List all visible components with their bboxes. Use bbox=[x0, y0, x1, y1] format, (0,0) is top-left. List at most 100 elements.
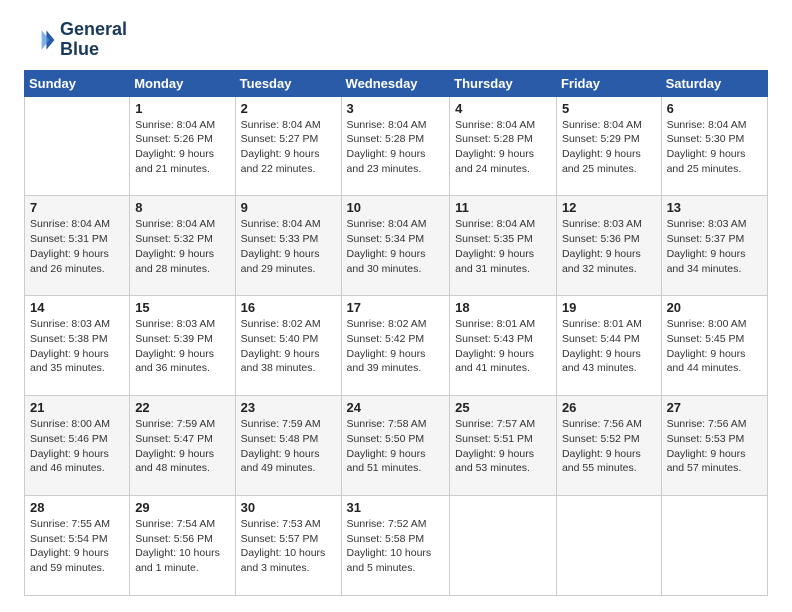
calendar-cell: 2 Sunrise: 8:04 AM Sunset: 5:27 PM Daylig… bbox=[235, 96, 341, 196]
calendar-cell: 12 Sunrise: 8:03 AM Sunset: 5:36 PM Dayli… bbox=[556, 196, 661, 296]
week-row: 28Sunrise: 7:55 AM Sunset: 5:54 PM Dayli… bbox=[25, 496, 768, 596]
day-info: Sunrise: 7:58 AM Sunset: 5:50 PM Dayligh… bbox=[347, 417, 445, 476]
day-number: 12 bbox=[562, 200, 656, 215]
calendar-cell: 31 Sunrise: 7:52 AM Sunset: 5:58 PM Dayli… bbox=[341, 496, 450, 596]
day-info: Sunrise: 7:59 AM Sunset: 5:48 PM Dayligh… bbox=[241, 417, 336, 476]
day-number: 4 bbox=[455, 101, 551, 116]
day-info: Sunrise: 7:54 AM Sunset: 5:56 PM Dayligh… bbox=[135, 517, 229, 576]
day-number: 25 bbox=[455, 400, 551, 415]
day-number: 17 bbox=[347, 300, 445, 315]
calendar-cell: 8 Sunrise: 8:04 AM Sunset: 5:32 PM Daylig… bbox=[130, 196, 235, 296]
col-monday: Monday bbox=[130, 70, 235, 96]
day-number: 24 bbox=[347, 400, 445, 415]
day-number: 8 bbox=[135, 200, 229, 215]
day-number: 27 bbox=[667, 400, 762, 415]
calendar-cell: 13Sunrise: 8:03 AM Sunset: 5:37 PM Dayli… bbox=[661, 196, 767, 296]
day-info: Sunrise: 8:02 AM Sunset: 5:40 PM Dayligh… bbox=[241, 317, 336, 376]
day-info: Sunrise: 7:53 AM Sunset: 5:57 PM Dayligh… bbox=[241, 517, 336, 576]
calendar-cell: 29 Sunrise: 7:54 AM Sunset: 5:56 PM Dayli… bbox=[130, 496, 235, 596]
calendar-cell: 9 Sunrise: 8:04 AM Sunset: 5:33 PM Daylig… bbox=[235, 196, 341, 296]
col-sunday: Sunday bbox=[25, 70, 130, 96]
day-info: Sunrise: 8:04 AM Sunset: 5:31 PM Dayligh… bbox=[30, 217, 124, 276]
day-info: Sunrise: 8:04 AM Sunset: 5:29 PM Dayligh… bbox=[562, 118, 656, 177]
day-number: 1 bbox=[135, 101, 229, 116]
logo-text: General Blue bbox=[60, 20, 127, 60]
day-number: 20 bbox=[667, 300, 762, 315]
day-info: Sunrise: 8:02 AM Sunset: 5:42 PM Dayligh… bbox=[347, 317, 445, 376]
logo: General Blue bbox=[24, 20, 127, 60]
col-thursday: Thursday bbox=[450, 70, 557, 96]
calendar-cell bbox=[25, 96, 130, 196]
day-info: Sunrise: 8:04 AM Sunset: 5:34 PM Dayligh… bbox=[347, 217, 445, 276]
week-row: 1 Sunrise: 8:04 AM Sunset: 5:26 PM Daylig… bbox=[25, 96, 768, 196]
day-number: 26 bbox=[562, 400, 656, 415]
day-info: Sunrise: 8:03 AM Sunset: 5:39 PM Dayligh… bbox=[135, 317, 229, 376]
day-number: 10 bbox=[347, 200, 445, 215]
calendar-cell: 23 Sunrise: 7:59 AM Sunset: 5:48 PM Dayli… bbox=[235, 396, 341, 496]
calendar-cell: 26 Sunrise: 7:56 AM Sunset: 5:52 PM Dayli… bbox=[556, 396, 661, 496]
day-info: Sunrise: 7:56 AM Sunset: 5:52 PM Dayligh… bbox=[562, 417, 656, 476]
calendar-cell: 27 Sunrise: 7:56 AM Sunset: 5:53 PM Dayli… bbox=[661, 396, 767, 496]
day-info: Sunrise: 8:04 AM Sunset: 5:32 PM Dayligh… bbox=[135, 217, 229, 276]
day-info: Sunrise: 8:04 AM Sunset: 5:28 PM Dayligh… bbox=[455, 118, 551, 177]
day-number: 13 bbox=[667, 200, 762, 215]
calendar-cell: 30 Sunrise: 7:53 AM Sunset: 5:57 PM Dayli… bbox=[235, 496, 341, 596]
calendar-cell: 28Sunrise: 7:55 AM Sunset: 5:54 PM Dayli… bbox=[25, 496, 130, 596]
day-number: 29 bbox=[135, 500, 229, 515]
col-saturday: Saturday bbox=[661, 70, 767, 96]
calendar-cell: 5Sunrise: 8:04 AM Sunset: 5:29 PM Daylig… bbox=[556, 96, 661, 196]
day-info: Sunrise: 8:00 AM Sunset: 5:46 PM Dayligh… bbox=[30, 417, 124, 476]
calendar-cell bbox=[556, 496, 661, 596]
day-number: 16 bbox=[241, 300, 336, 315]
day-number: 22 bbox=[135, 400, 229, 415]
day-number: 19 bbox=[562, 300, 656, 315]
day-info: Sunrise: 7:57 AM Sunset: 5:51 PM Dayligh… bbox=[455, 417, 551, 476]
calendar-cell: 4 Sunrise: 8:04 AM Sunset: 5:28 PM Daylig… bbox=[450, 96, 557, 196]
day-info: Sunrise: 8:04 AM Sunset: 5:27 PM Dayligh… bbox=[241, 118, 336, 177]
day-number: 28 bbox=[30, 500, 124, 515]
calendar-cell: 15Sunrise: 8:03 AM Sunset: 5:39 PM Dayli… bbox=[130, 296, 235, 396]
calendar-cell: 6Sunrise: 8:04 AM Sunset: 5:30 PM Daylig… bbox=[661, 96, 767, 196]
calendar-cell: 18Sunrise: 8:01 AM Sunset: 5:43 PM Dayli… bbox=[450, 296, 557, 396]
calendar-cell: 7 Sunrise: 8:04 AM Sunset: 5:31 PM Daylig… bbox=[25, 196, 130, 296]
day-number: 30 bbox=[241, 500, 336, 515]
day-number: 23 bbox=[241, 400, 336, 415]
day-info: Sunrise: 8:04 AM Sunset: 5:33 PM Dayligh… bbox=[241, 217, 336, 276]
calendar-cell: 10 Sunrise: 8:04 AM Sunset: 5:34 PM Dayli… bbox=[341, 196, 450, 296]
calendar-body: 1 Sunrise: 8:04 AM Sunset: 5:26 PM Daylig… bbox=[25, 96, 768, 595]
calendar-cell bbox=[450, 496, 557, 596]
day-info: Sunrise: 8:01 AM Sunset: 5:44 PM Dayligh… bbox=[562, 317, 656, 376]
day-info: Sunrise: 7:59 AM Sunset: 5:47 PM Dayligh… bbox=[135, 417, 229, 476]
day-number: 3 bbox=[347, 101, 445, 116]
day-number: 2 bbox=[241, 101, 336, 116]
day-number: 9 bbox=[241, 200, 336, 215]
calendar-cell bbox=[661, 496, 767, 596]
calendar-cell: 16 Sunrise: 8:02 AM Sunset: 5:40 PM Dayli… bbox=[235, 296, 341, 396]
day-number: 11 bbox=[455, 200, 551, 215]
header-row: Sunday Monday Tuesday Wednesday Thursday… bbox=[25, 70, 768, 96]
day-number: 31 bbox=[347, 500, 445, 515]
calendar-cell: 11Sunrise: 8:04 AM Sunset: 5:35 PM Dayli… bbox=[450, 196, 557, 296]
day-info: Sunrise: 8:04 AM Sunset: 5:26 PM Dayligh… bbox=[135, 118, 229, 177]
day-number: 7 bbox=[30, 200, 124, 215]
col-wednesday: Wednesday bbox=[341, 70, 450, 96]
calendar-cell: 25 Sunrise: 7:57 AM Sunset: 5:51 PM Dayli… bbox=[450, 396, 557, 496]
col-tuesday: Tuesday bbox=[235, 70, 341, 96]
calendar-cell: 14 Sunrise: 8:03 AM Sunset: 5:38 PM Dayli… bbox=[25, 296, 130, 396]
day-info: Sunrise: 8:03 AM Sunset: 5:36 PM Dayligh… bbox=[562, 217, 656, 276]
week-row: 14 Sunrise: 8:03 AM Sunset: 5:38 PM Dayli… bbox=[25, 296, 768, 396]
col-friday: Friday bbox=[556, 70, 661, 96]
day-info: Sunrise: 8:03 AM Sunset: 5:38 PM Dayligh… bbox=[30, 317, 124, 376]
day-info: Sunrise: 7:52 AM Sunset: 5:58 PM Dayligh… bbox=[347, 517, 445, 576]
calendar-table: Sunday Monday Tuesday Wednesday Thursday… bbox=[24, 70, 768, 596]
week-row: 7 Sunrise: 8:04 AM Sunset: 5:31 PM Daylig… bbox=[25, 196, 768, 296]
day-info: Sunrise: 8:00 AM Sunset: 5:45 PM Dayligh… bbox=[667, 317, 762, 376]
calendar-cell: 21Sunrise: 8:00 AM Sunset: 5:46 PM Dayli… bbox=[25, 396, 130, 496]
calendar-cell: 3Sunrise: 8:04 AM Sunset: 5:28 PM Daylig… bbox=[341, 96, 450, 196]
day-number: 14 bbox=[30, 300, 124, 315]
page: General Blue Sunday Monday Tuesday Wedne… bbox=[0, 0, 792, 612]
day-number: 6 bbox=[667, 101, 762, 116]
calendar-cell: 20 Sunrise: 8:00 AM Sunset: 5:45 PM Dayli… bbox=[661, 296, 767, 396]
day-info: Sunrise: 7:56 AM Sunset: 5:53 PM Dayligh… bbox=[667, 417, 762, 476]
calendar-cell: 22 Sunrise: 7:59 AM Sunset: 5:47 PM Dayli… bbox=[130, 396, 235, 496]
